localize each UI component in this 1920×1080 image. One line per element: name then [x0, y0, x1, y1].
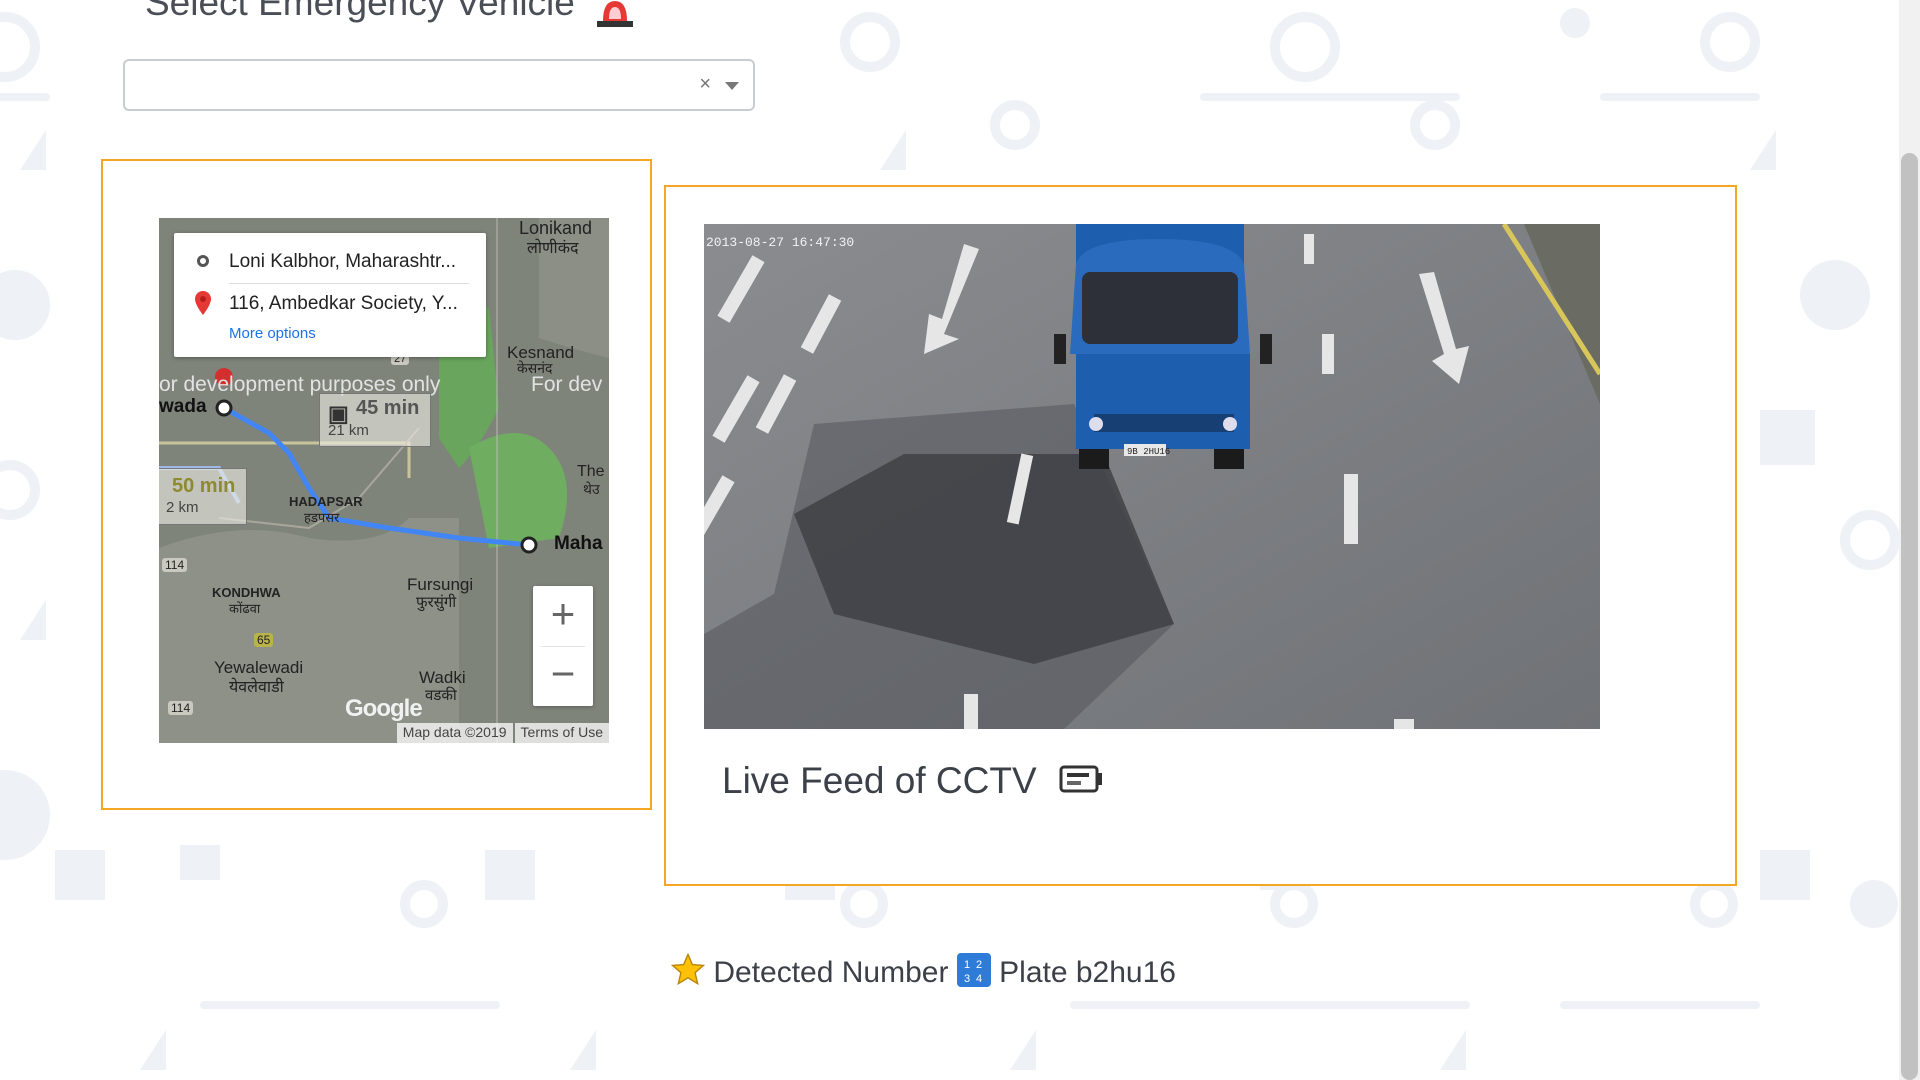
origin-text: Loni Kalbhor, Maharashtr... — [229, 251, 457, 272]
truck-road-image: 2013-08-27 16:47:30 9B 2HU16 — [704, 224, 1600, 729]
place-label: वडकी — [425, 687, 457, 704]
chevron-down-icon[interactable] — [725, 82, 739, 90]
place-label: The — [577, 463, 605, 480]
map-data-text: Map data ©2019 — [396, 723, 513, 743]
place-label: केसनंद — [517, 360, 553, 376]
place-label: Maha — [554, 533, 603, 554]
place-label: wada — [159, 396, 207, 417]
detected-label: Detected Number — [713, 955, 949, 989]
road-shield: 65 — [254, 633, 274, 647]
input-numbers-icon: 1234 — [956, 953, 991, 995]
route-map[interactable]: or development purposes only For dev Lon… — [159, 218, 609, 743]
page-title-text: Select Emergency Vehicle — [145, 0, 575, 23]
cctv-card: 2013-08-27 16:47:30 9B 2HU16 Live Feed o… — [664, 185, 1737, 886]
detected-plate: Detected Number 1234 Plate b2hu16 — [670, 952, 1176, 995]
route-alt-time: 50 min — [172, 475, 236, 497]
cctv-title: Live Feed of CCTV — [722, 760, 1103, 804]
vehicle-select[interactable]: × — [123, 59, 755, 111]
zoom-out-button[interactable]: − — [533, 646, 593, 706]
origin-icon — [197, 255, 209, 267]
scrollbar-thumb[interactable] — [1901, 153, 1918, 1080]
page-title: Select Emergency Vehicle — [145, 0, 635, 28]
destination-text: 116, Ambedkar Society, Y... — [229, 293, 458, 314]
clear-selection-button[interactable]: × — [699, 73, 711, 96]
route-alt-distance: 2 km — [166, 499, 199, 516]
star-icon — [670, 952, 706, 995]
google-logo: Google — [345, 695, 423, 722]
directions-divider — [229, 283, 469, 284]
route-alt-badge[interactable]: 50 min 2 km — [159, 468, 247, 525]
zoom-in-button[interactable]: + — [533, 586, 593, 646]
directions-box[interactable]: Loni Kalbhor, Maharashtr... 116, Ambedka… — [174, 233, 486, 357]
terms-link[interactable]: Terms of Use — [514, 723, 609, 743]
place-label: लोणीकंद — [527, 240, 579, 257]
place-label: फुरसुंगी — [416, 594, 457, 611]
cctv-title-text: Live Feed of CCTV — [722, 760, 1037, 801]
place-label: थेउ — [583, 481, 600, 497]
route-primary-distance: 21 km — [328, 422, 369, 439]
place-label: HADAPSAR — [289, 494, 363, 509]
road-shield: 114 — [168, 701, 194, 715]
map-card: or development purposes only For dev Lon… — [101, 159, 652, 810]
place-label: येवलेवाडी — [229, 679, 284, 696]
place-label: हडपसर — [304, 510, 340, 525]
video-camera-icon — [1059, 762, 1103, 804]
road-shield: 114 — [162, 558, 188, 572]
svg-text:2: 2 — [976, 959, 982, 971]
zoom-control: + − — [533, 586, 593, 706]
route-primary-badge[interactable]: ▣ 45 min 21 km — [319, 393, 431, 447]
detected-plate-text: Plate b2hu16 — [999, 955, 1176, 989]
map-attribution: Map data ©2019 Terms of Use — [395, 723, 609, 743]
more-options-link[interactable]: More options — [229, 325, 316, 342]
svg-text:4: 4 — [976, 973, 982, 985]
page-content: Select Emergency Vehicle × or developmen… — [0, 0, 1920, 1080]
page-scrollbar[interactable] — [1899, 0, 1920, 1080]
truck-plate-on-image: 9B 2HU16 — [1127, 447, 1170, 457]
svg-text:1: 1 — [964, 959, 970, 971]
cctv-timestamp: 2013-08-27 16:47:30 — [706, 235, 854, 250]
place-label: कोंढवा — [229, 601, 261, 616]
place-label: KONDHWA — [212, 585, 281, 600]
police-siren-icon — [595, 0, 635, 28]
route-primary-time: 45 min — [356, 397, 420, 419]
svg-text:3: 3 — [964, 973, 970, 985]
cctv-frame: 2013-08-27 16:47:30 9B 2HU16 — [704, 224, 1600, 729]
